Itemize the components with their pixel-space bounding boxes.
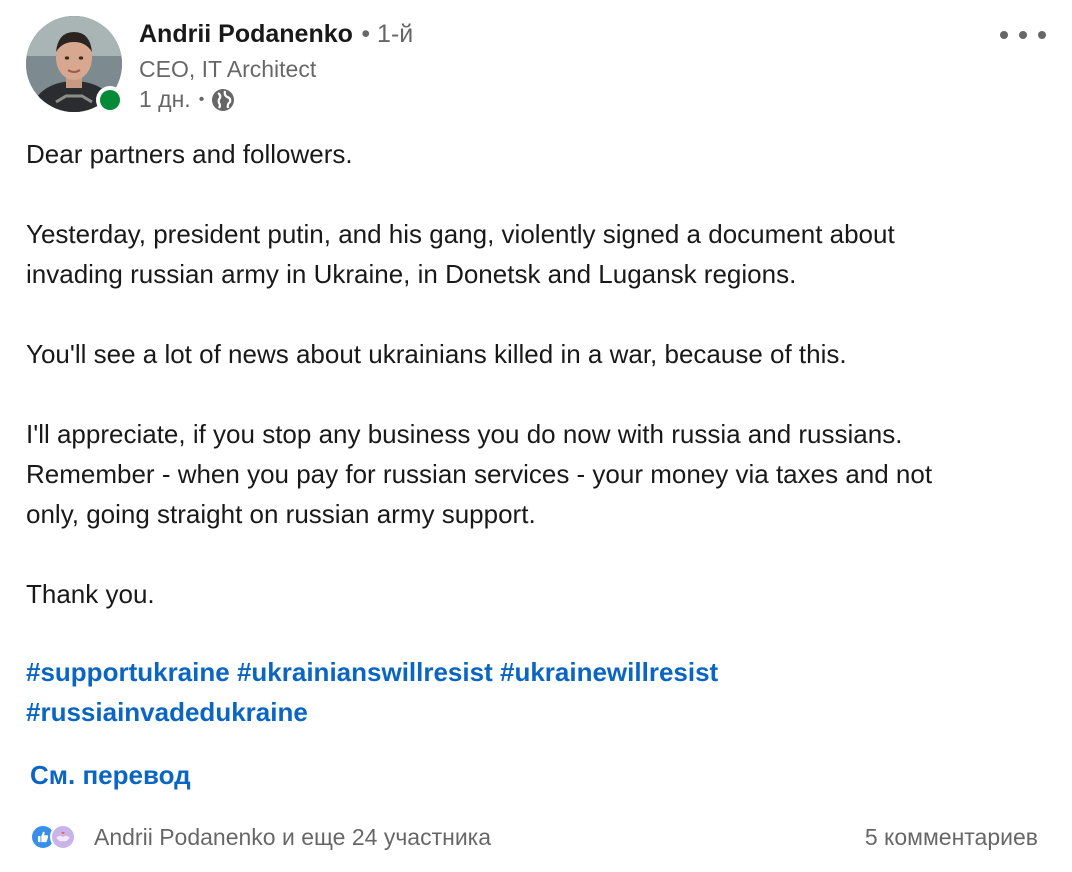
author-headline: CEO, IT Architect: [139, 56, 317, 82]
hashtag-link[interactable]: #supportukraine: [26, 657, 230, 687]
text-line: Thank you.: [26, 579, 155, 609]
text-line: Dear partners and followers.: [26, 139, 353, 169]
more-dot-icon: [1000, 31, 1008, 39]
text-line: only, going straight on russian army sup…: [26, 499, 536, 529]
author-line: Andrii Podanenko • 1-й: [139, 20, 413, 49]
text-line: Remember - when you pay for russian serv…: [26, 459, 933, 489]
more-dot-icon: [1038, 31, 1046, 39]
reaction-icons: [30, 822, 84, 852]
author-name[interactable]: Andrii Podanenko: [139, 20, 353, 48]
hashtag-link[interactable]: #ukrainewillresist: [500, 657, 718, 687]
post-text: Dear partners and followers. Yesterday, …: [26, 134, 1056, 614]
post-paragraph: You'll see a lot of news about ukrainian…: [26, 334, 1056, 374]
globe-icon: [210, 87, 236, 113]
more-options-button[interactable]: [1000, 20, 1046, 50]
post-meta: 1 дн. •: [139, 86, 236, 113]
see-translation-link[interactable]: См. перевод: [30, 760, 191, 791]
post-paragraph: Thank you.: [26, 574, 1056, 614]
post-paragraph: Dear partners and followers.: [26, 134, 1056, 174]
more-dot-icon: [1019, 31, 1027, 39]
social-counts: Andrii Podanenko и еще 24 участника 5 ко…: [30, 822, 1040, 854]
reactions-summary[interactable]: Andrii Podanenko и еще 24 участника: [30, 822, 491, 852]
post-paragraph: I'll appreciate, if you stop any busines…: [26, 414, 1056, 534]
post-header: Andrii Podanenko • 1-й CEO, IT Architect…: [26, 14, 1046, 114]
text-line: You'll see a lot of news about ukrainian…: [26, 339, 847, 369]
hashtag-list: #supportukraine #ukrainianswillresist #u…: [26, 652, 1056, 732]
post-paragraph: Yesterday, president putin, and his gang…: [26, 214, 1056, 294]
hashtag-link[interactable]: #ukrainianswillresist: [237, 657, 493, 687]
reactions-text: Andrii Podanenko и еще 24 участника: [94, 823, 492, 850]
comments-count-link[interactable]: 5 комментариев: [865, 824, 1038, 851]
post-time[interactable]: 1 дн.: [139, 86, 191, 113]
author-avatar[interactable]: [26, 16, 124, 114]
text-line: I'll appreciate, if you stop any busines…: [26, 419, 903, 449]
text-line: Yesterday, president putin, and his gang…: [26, 219, 895, 249]
text-line: invading russian army in Ukraine, in Don…: [26, 259, 797, 289]
meta-separator: •: [198, 90, 205, 108]
connection-degree: • 1-й: [361, 20, 414, 48]
hashtag-link[interactable]: #russiainvadedukraine: [26, 697, 308, 727]
online-status-indicator: [96, 86, 124, 114]
support-icon: [50, 824, 76, 850]
feed-post: Andrii Podanenko • 1-й CEO, IT Architect…: [0, 0, 1072, 872]
